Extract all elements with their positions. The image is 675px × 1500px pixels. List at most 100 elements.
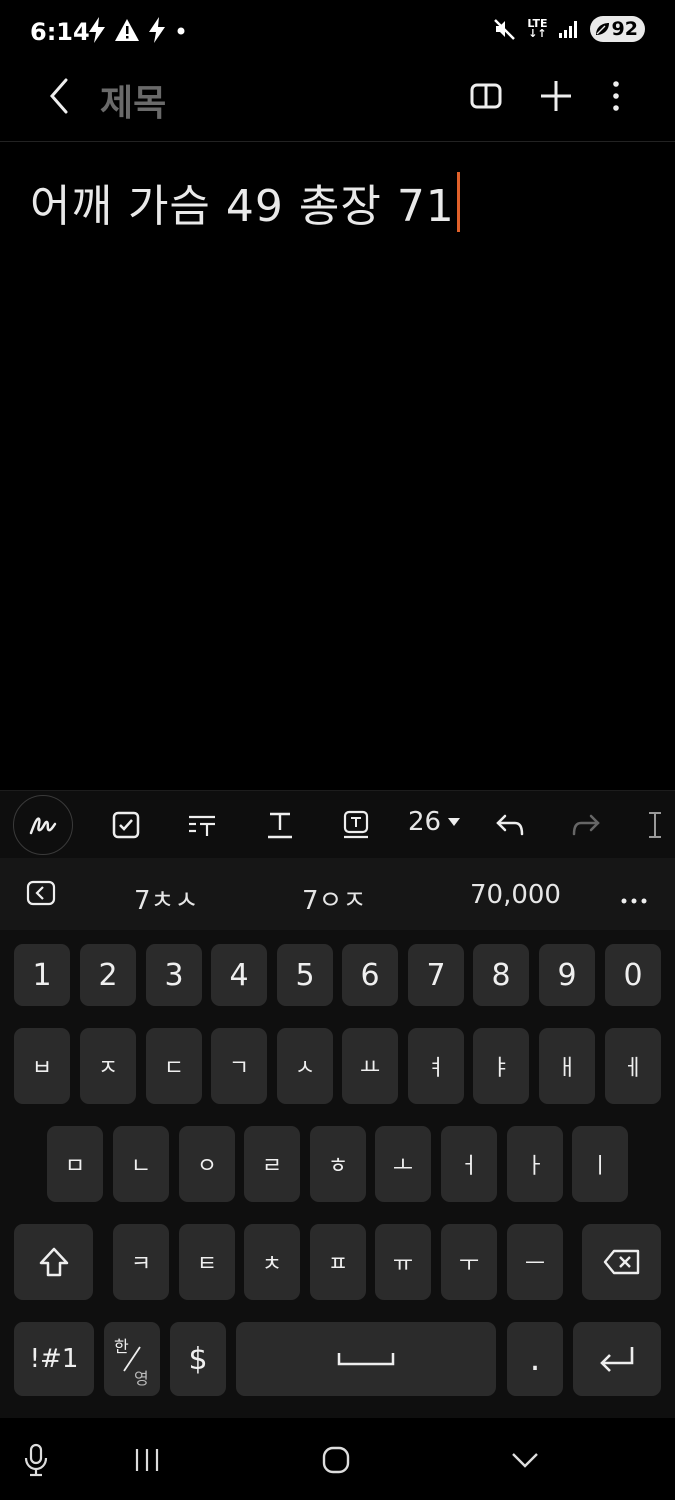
key-e[interactable]: ㅔ	[605, 1028, 661, 1104]
key-yo[interactable]: ㅛ	[342, 1028, 398, 1104]
redo-button[interactable]	[566, 805, 606, 845]
key-pieup[interactable]: ㅍ	[310, 1224, 366, 1300]
navigation-bar	[0, 1418, 675, 1500]
charging-bolt-icon	[89, 17, 105, 43]
key-ya[interactable]: ㅑ	[473, 1028, 529, 1104]
book-icon	[470, 83, 502, 109]
key-6[interactable]: 6	[342, 944, 398, 1006]
key-rieul[interactable]: ㄹ	[244, 1126, 300, 1202]
home-icon	[322, 1446, 350, 1474]
key-giyeok[interactable]: ㄱ	[211, 1028, 267, 1104]
symbols-key[interactable]: !#1	[14, 1322, 94, 1396]
plus-icon	[541, 81, 571, 111]
key-yeo[interactable]: ㅕ	[408, 1028, 464, 1104]
language-switch-glyph: 한 영	[114, 1337, 149, 1388]
key-eu[interactable]: ㅡ	[507, 1224, 563, 1300]
key-5[interactable]: 5	[277, 944, 333, 1006]
currency-key[interactable]: $	[170, 1322, 226, 1396]
more-vertical-icon	[613, 81, 619, 111]
redo-icon	[572, 814, 600, 836]
language-switch-key[interactable]: 한 영	[104, 1322, 160, 1396]
key-ieung[interactable]: ㅇ	[179, 1126, 235, 1202]
toolbar-more-button[interactable]	[640, 805, 670, 845]
font-size-selector[interactable]: 26	[408, 807, 461, 837]
mute-icon	[494, 19, 516, 40]
undo-icon	[496, 814, 524, 836]
voice-input-button[interactable]	[16, 1440, 56, 1480]
text-highlight-button[interactable]	[336, 805, 376, 845]
key-nieun[interactable]: ㄴ	[113, 1126, 169, 1202]
charging-bolt-icon	[149, 17, 165, 43]
key-hieut[interactable]: ㅎ	[310, 1126, 366, 1202]
shift-key[interactable]	[14, 1224, 93, 1300]
shift-icon	[39, 1247, 68, 1277]
key-jieut[interactable]: ㅈ	[80, 1028, 136, 1104]
warning-icon	[115, 19, 139, 41]
text-style-button[interactable]	[260, 805, 300, 845]
key-ae[interactable]: ㅐ	[539, 1028, 595, 1104]
checkbox-icon	[112, 811, 140, 839]
microphone-icon	[24, 1443, 48, 1477]
reading-mode-button[interactable]	[466, 76, 506, 116]
key-4[interactable]: 4	[211, 944, 267, 1006]
home-button[interactable]	[316, 1440, 356, 1480]
signal-icon	[558, 21, 577, 38]
key-kieuk[interactable]: ㅋ	[113, 1224, 169, 1300]
text-format-icon	[189, 815, 215, 836]
back-button[interactable]	[40, 76, 80, 116]
system-icons: LTE ↓↑ 92	[493, 16, 645, 42]
hide-keyboard-button[interactable]	[505, 1440, 545, 1480]
backspace-icon	[603, 1249, 639, 1275]
enter-key[interactable]	[573, 1322, 661, 1396]
chevron-down-icon	[512, 1453, 538, 1468]
key-9[interactable]: 9	[539, 944, 595, 1006]
recents-button[interactable]	[127, 1440, 167, 1480]
key-o[interactable]: ㅗ	[375, 1126, 431, 1202]
key-bieup[interactable]: ㅂ	[14, 1028, 70, 1104]
add-button[interactable]	[536, 76, 576, 116]
text-box-icon	[343, 810, 369, 839]
key-chieut[interactable]: ㅊ	[244, 1224, 300, 1300]
key-tieut[interactable]: ㅌ	[179, 1224, 235, 1300]
key-7[interactable]: 7	[408, 944, 464, 1006]
dropdown-arrow-icon	[448, 818, 461, 826]
suggestion-more-button[interactable]	[620, 890, 648, 909]
backspace-key[interactable]	[582, 1224, 661, 1300]
key-a[interactable]: ㅏ	[507, 1126, 563, 1202]
suggestion-item[interactable]: 70,000	[470, 880, 561, 910]
suggestion-item[interactable]: 7ㅇㅈ	[302, 880, 366, 917]
text-cursor	[456, 172, 460, 232]
key-mieum[interactable]: ㅁ	[47, 1126, 103, 1202]
period-key[interactable]: .	[507, 1322, 563, 1396]
more-options-button[interactable]	[596, 76, 636, 116]
space-key[interactable]	[236, 1322, 496, 1396]
note-body[interactable]: 어깨 가슴 49 총장 71	[30, 170, 460, 234]
more-horizontal-icon	[621, 898, 647, 904]
key-eo[interactable]: ㅓ	[441, 1126, 497, 1202]
paragraph-style-button[interactable]	[182, 805, 222, 845]
notification-icons	[86, 16, 188, 44]
chevron-left-icon	[50, 78, 68, 114]
key-yu[interactable]: ㅠ	[375, 1224, 431, 1300]
undo-button[interactable]	[490, 805, 530, 845]
key-2[interactable]: 2	[80, 944, 136, 1006]
keyboard-toolbar-toggle[interactable]	[26, 880, 56, 910]
chevron-left-box-icon	[26, 880, 56, 906]
pen-icon	[29, 817, 57, 835]
key-siot[interactable]: ㅅ	[277, 1028, 333, 1104]
app-bar: 제목	[0, 64, 675, 142]
note-title[interactable]: 제목	[100, 74, 166, 126]
checkbox-button[interactable]	[106, 805, 146, 845]
recents-icon	[135, 1449, 159, 1471]
handwriting-button[interactable]	[13, 795, 73, 855]
key-u[interactable]: ㅜ	[441, 1224, 497, 1300]
suggestion-item[interactable]: 7ㅊㅅ	[134, 880, 198, 917]
key-digeut[interactable]: ㄷ	[146, 1028, 202, 1104]
key-8[interactable]: 8	[473, 944, 529, 1006]
key-1[interactable]: 1	[14, 944, 70, 1006]
key-0[interactable]: 0	[605, 944, 661, 1006]
leaf-icon	[595, 23, 609, 35]
dot-icon	[177, 27, 185, 35]
key-3[interactable]: 3	[146, 944, 202, 1006]
key-i[interactable]: ㅣ	[572, 1126, 628, 1202]
